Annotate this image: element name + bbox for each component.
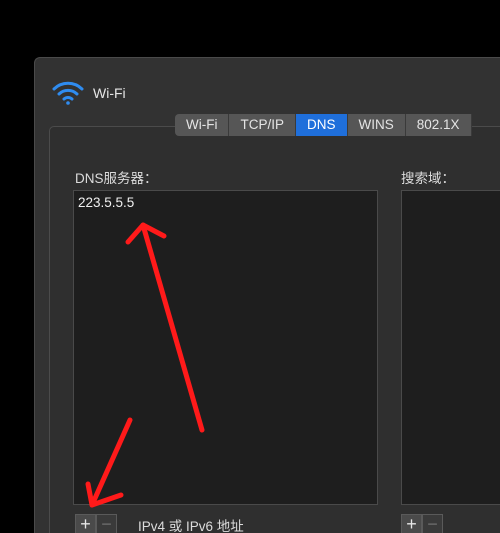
window-title: Wi-Fi bbox=[93, 85, 126, 101]
dns-server-entry[interactable]: 223.5.5.5 bbox=[78, 195, 134, 210]
window-header: Wi-Fi bbox=[51, 78, 126, 108]
tab-8021x[interactable]: 802.1X bbox=[405, 114, 472, 136]
remove-dns-server-button[interactable]: − bbox=[96, 514, 117, 533]
dns-servers-list[interactable]: 223.5.5.5 bbox=[73, 190, 378, 505]
tab-dns[interactable]: DNS bbox=[296, 114, 348, 136]
search-domains-label: 搜索域： bbox=[401, 171, 455, 186]
dns-servers-label: DNS服务器： bbox=[75, 171, 158, 186]
tab-bar: Wi-Fi TCP/IP DNS WINS 802.1X bbox=[175, 114, 472, 136]
search-domains-list[interactable] bbox=[401, 190, 500, 505]
add-dns-server-button[interactable]: + bbox=[75, 514, 96, 533]
add-search-domain-button[interactable]: + bbox=[401, 514, 422, 533]
screenshot: Wi-Fi Wi-Fi TCP/IP DNS WINS 802.1X DNS服务… bbox=[0, 0, 500, 533]
wifi-icon bbox=[51, 79, 85, 107]
dns-address-hint: IPv4 或 IPv6 地址 bbox=[138, 519, 244, 533]
network-settings-window: Wi-Fi Wi-Fi TCP/IP DNS WINS 802.1X DNS服务… bbox=[34, 57, 500, 533]
search-add-remove-controls: + − bbox=[401, 514, 443, 533]
tab-wins[interactable]: WINS bbox=[347, 114, 406, 136]
tab-tcpip[interactable]: TCP/IP bbox=[229, 114, 296, 136]
remove-search-domain-button[interactable]: − bbox=[422, 514, 443, 533]
dns-add-remove-controls: + − bbox=[75, 514, 117, 533]
tab-wifi[interactable]: Wi-Fi bbox=[175, 114, 230, 136]
